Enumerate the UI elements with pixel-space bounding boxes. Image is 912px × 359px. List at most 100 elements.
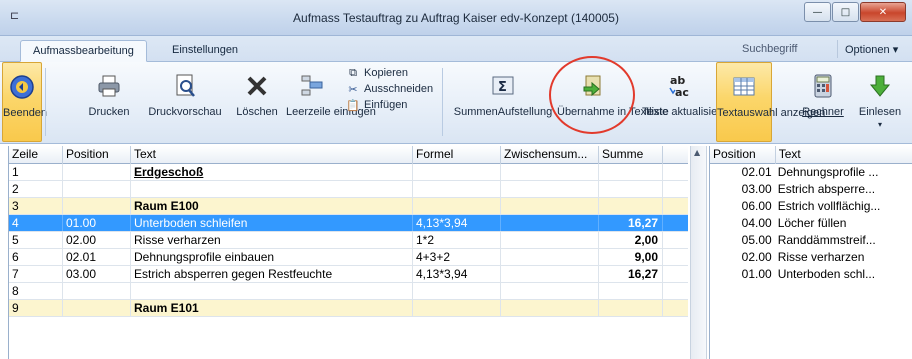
cell-zeile[interactable]: 5 (9, 232, 63, 248)
close-button[interactable]: ✕ (860, 2, 906, 22)
table-row[interactable]: 9 Raum E101 (9, 300, 688, 317)
cell-zwischensumme[interactable] (501, 266, 599, 282)
cell-zeile[interactable]: 3 (9, 198, 63, 214)
cell-zwischensumme[interactable] (501, 300, 599, 316)
cell-summe[interactable]: 2,00 (599, 232, 663, 248)
column-header-zeile[interactable]: Zeile (9, 146, 63, 164)
ausschneiden-button[interactable]: ✂ Ausschneiden (346, 82, 433, 96)
table-row[interactable]: 6 02.01 Dehnungsprofile einbauen 4+3+2 9… (9, 249, 688, 266)
cell-summe[interactable] (599, 283, 663, 299)
cell-text[interactable]: Risse verharzen (131, 232, 413, 248)
table-row[interactable]: 7 03.00 Estrich absperren gegen Restfeuc… (9, 266, 688, 283)
cell-zwischensumme[interactable] (501, 164, 599, 180)
rechner-button[interactable]: Rechner (798, 62, 848, 142)
cell-text[interactable] (131, 181, 413, 197)
cell-zeile[interactable]: 2 (9, 181, 63, 197)
column-header-text[interactable]: Text (131, 146, 413, 164)
table-row[interactable]: 2 (9, 181, 688, 198)
list-item[interactable]: 02.01 Dehnungsprofile ... (710, 164, 912, 181)
cell-formel[interactable] (413, 198, 501, 214)
column-header-summe[interactable]: Summe (599, 146, 663, 164)
grid-vertical-scrollbar[interactable]: ▲ (690, 146, 707, 359)
drucken-button[interactable]: Drucken (86, 62, 132, 142)
list-item[interactable]: 05.00 Randdämmstreif... (710, 232, 912, 249)
table-row[interactable]: 1 Erdgeschoß (9, 164, 688, 181)
cell-formel[interactable] (413, 181, 501, 197)
cell-zeile[interactable]: 7 (9, 266, 63, 282)
cell-zeile[interactable]: 4 (9, 215, 63, 231)
cell-text[interactable]: Raum E100 (131, 198, 413, 214)
leerzeile-einfuegen-button[interactable]: Leerzeile einfügen (284, 62, 376, 142)
beenden-button[interactable]: Beenden (2, 62, 47, 142)
cell-position[interactable] (63, 181, 131, 197)
cell-formel[interactable] (413, 164, 501, 180)
cell-zeile[interactable]: 8 (9, 283, 63, 299)
druckvorschau-button[interactable]: Druckvorschau (142, 62, 228, 142)
textlist-column-position[interactable]: Position (710, 146, 776, 164)
cell-position[interactable] (63, 198, 131, 214)
cell-formel[interactable] (413, 300, 501, 316)
cell-formel[interactable]: 4,13*3,94 (413, 266, 501, 282)
cell-zwischensumme[interactable] (501, 198, 599, 214)
cell-formel[interactable] (413, 283, 501, 299)
cell-position[interactable] (63, 283, 131, 299)
cell-zwischensumme[interactable] (501, 181, 599, 197)
cell-text[interactable] (131, 283, 413, 299)
list-item[interactable]: 01.00 Unterboden schl... (710, 266, 912, 283)
cell-summe[interactable]: 16,27 (599, 266, 663, 282)
cell-position[interactable]: 02.01 (63, 249, 131, 265)
table-row[interactable]: 8 (9, 283, 688, 300)
einfuegen-button[interactable]: 📋 Einfügen (346, 98, 407, 112)
list-item[interactable]: 02.00 Risse verharzen (710, 249, 912, 266)
cell-text[interactable]: Estrich absperren gegen Restfeuchte (131, 266, 413, 282)
scroll-up-arrow-icon[interactable]: ▲ (694, 148, 700, 157)
cell-text[interactable]: Erdgeschoß (131, 164, 413, 180)
cell-position[interactable]: 02.00 (63, 232, 131, 248)
cell-zwischensumme[interactable] (501, 249, 599, 265)
cell-formel[interactable]: 1*2 (413, 232, 501, 248)
cell-position[interactable] (63, 164, 131, 180)
cell-summe[interactable] (599, 164, 663, 180)
cell-text[interactable]: Raum E101 (131, 300, 413, 316)
list-item[interactable]: 04.00 Löcher füllen (710, 215, 912, 232)
table-row[interactable]: 5 02.00 Risse verharzen 1*2 2,00 (9, 232, 688, 249)
options-menu[interactable]: Optionen ▾ (845, 43, 898, 56)
maximize-button[interactable]: □ (832, 2, 859, 22)
cell-zeile[interactable]: 9 (9, 300, 63, 316)
tab-einstellungen[interactable]: Einstellungen (160, 40, 250, 62)
column-header-position[interactable]: Position (63, 146, 131, 164)
search-label[interactable]: Suchbegriff (742, 43, 797, 55)
cell-summe[interactable]: 9,00 (599, 249, 663, 265)
table-row-selected[interactable]: 4 01.00 Unterboden schleifen 4,13*3,94 1… (9, 215, 688, 232)
cell-position[interactable]: 01.00 (63, 215, 131, 231)
tab-aufmassbearbeitung[interactable]: Aufmassbearbeitung (20, 40, 147, 62)
dropdown-arrow-icon[interactable]: ▾ (852, 120, 908, 129)
cell-summe[interactable] (599, 181, 663, 197)
loeschen-button[interactable]: Löschen (232, 62, 282, 142)
textlist-column-text[interactable]: Text (776, 146, 912, 164)
cell-formel[interactable]: 4+3+2 (413, 249, 501, 265)
list-item[interactable]: 06.00 Estrich vollflächig... (710, 198, 912, 215)
cell-zeile[interactable]: 6 (9, 249, 63, 265)
cell-zwischensumme[interactable] (501, 283, 599, 299)
cell-text[interactable]: Dehnungsprofile einbauen (131, 249, 413, 265)
cell-zwischensumme[interactable] (501, 232, 599, 248)
cell-summe[interactable] (599, 300, 663, 316)
table-row[interactable]: 3 Raum E100 (9, 198, 688, 215)
list-item[interactable]: 03.00 Estrich absperre... (710, 181, 912, 198)
cell-position[interactable]: 03.00 (63, 266, 131, 282)
column-header-zwischensumme[interactable]: Zwischensum... (501, 146, 599, 164)
texte-aktualisieren-button[interactable]: ab ac Texte aktualisieren (642, 62, 733, 142)
cell-summe[interactable]: 16,27 (599, 215, 663, 231)
cell-zwischensumme[interactable] (501, 215, 599, 231)
einlesen-button[interactable]: Einlesen ▾ (852, 62, 908, 142)
cell-summe[interactable] (599, 198, 663, 214)
cell-formel[interactable]: 4,13*3,94 (413, 215, 501, 231)
column-header-formel[interactable]: Formel (413, 146, 501, 164)
textauswahl-anzeigen-button[interactable]: Textauswahl anzeigen (716, 62, 825, 142)
cell-zeile[interactable]: 1 (9, 164, 63, 180)
minimize-button[interactable]: — (804, 2, 831, 22)
kopieren-button[interactable]: ⧉ Kopieren (346, 66, 408, 80)
cell-text[interactable]: Unterboden schleifen (131, 215, 413, 231)
cell-position[interactable] (63, 300, 131, 316)
